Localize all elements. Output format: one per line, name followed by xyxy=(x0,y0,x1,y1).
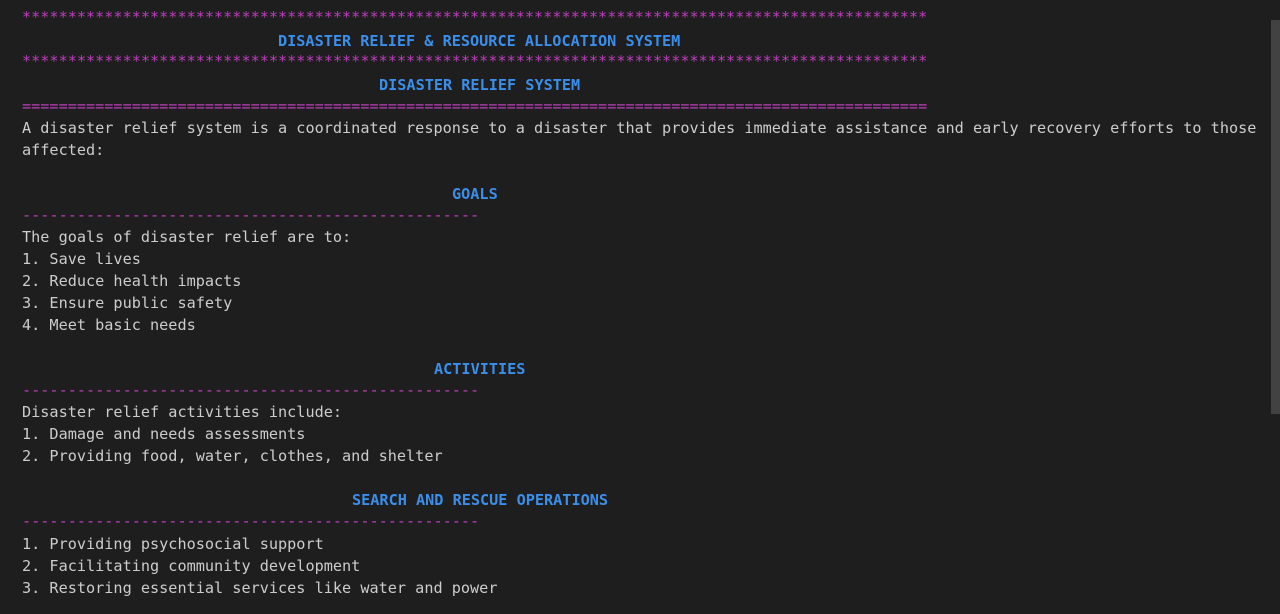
intro-line-1: A disaster relief system is a coordinate… xyxy=(22,119,1257,137)
equals-rule: ========================================… xyxy=(22,97,928,115)
intro-line-2: affected: xyxy=(22,141,105,159)
stars-rule-top: ****************************************… xyxy=(22,8,928,26)
section-heading-search: SEARCH AND RESCUE OPERATIONS xyxy=(352,491,609,509)
list-item: 1. Save lives xyxy=(22,250,141,268)
list-item: 4. Meet basic needs xyxy=(22,316,196,334)
list-item: 2. Providing food, water, clothes, and s… xyxy=(22,447,443,465)
goals-intro: The goals of disaster relief are to: xyxy=(22,228,352,246)
activities-intro: Disaster relief activities include: xyxy=(22,403,343,421)
vertical-scrollbar[interactable] xyxy=(1271,20,1280,414)
dash-rule-goals: ----------------------------------------… xyxy=(22,206,480,224)
stars-rule-bottom: ****************************************… xyxy=(22,52,928,70)
section-heading-system: DISASTER RELIEF SYSTEM xyxy=(379,76,581,94)
terminal-output: ****************************************… xyxy=(0,0,1280,614)
list-item: 2. Reduce health impacts xyxy=(22,272,242,290)
dash-rule-activities: ----------------------------------------… xyxy=(22,381,480,399)
section-heading-goals: GOALS xyxy=(452,185,498,203)
list-item: 3. Restoring essential services like wat… xyxy=(22,579,498,597)
list-item: 1. Damage and needs assessments xyxy=(22,425,306,443)
list-item: 3. Ensure public safety xyxy=(22,294,233,312)
list-item: 1. Providing psychosocial support xyxy=(22,535,324,553)
section-heading-activities: ACTIVITIES xyxy=(434,360,526,378)
system-title: DISASTER RELIEF & RESOURCE ALLOCATION SY… xyxy=(278,32,681,50)
list-item: 2. Facilitating community development xyxy=(22,557,361,575)
dash-rule-search: ----------------------------------------… xyxy=(22,512,480,530)
